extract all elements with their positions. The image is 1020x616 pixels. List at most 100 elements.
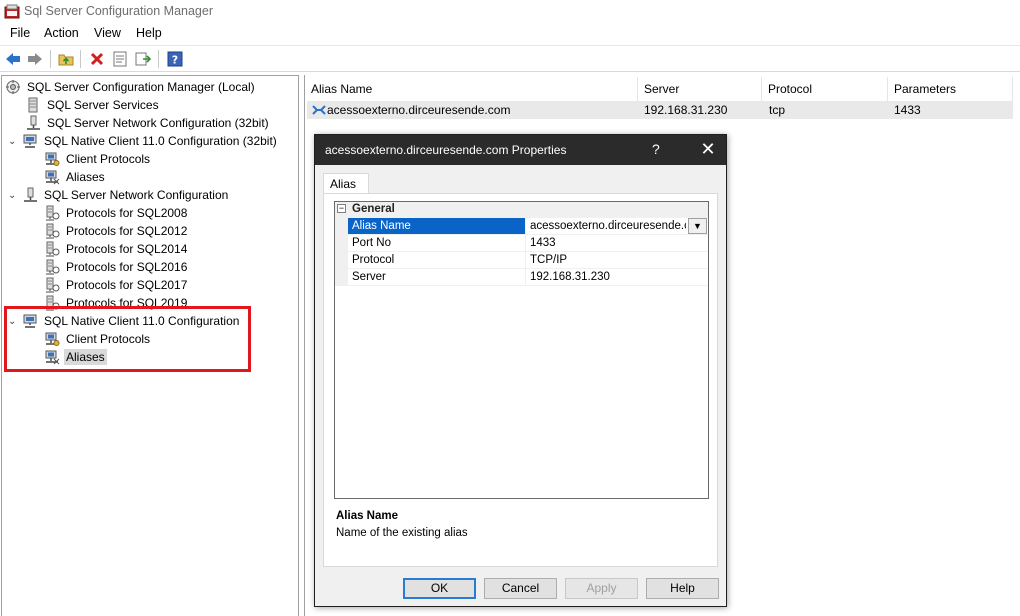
tree-node-label: SQL Native Client 11.0 Configuration (32… — [44, 134, 277, 148]
tree-node-client-protocols-32[interactable]: Client Protocols — [44, 150, 152, 168]
column-header-server[interactable]: Server — [638, 77, 762, 101]
property-row-protocol[interactable]: Protocol TCP/IP — [348, 252, 708, 269]
aliases-icon — [44, 169, 60, 185]
tree-node-protocols-sql2019[interactable]: Protocols for SQL2019 — [44, 294, 189, 312]
tree-node-label: Aliases — [66, 170, 105, 184]
help-button[interactable]: Help — [646, 578, 719, 599]
tree-node-aliases[interactable]: Aliases — [44, 348, 107, 366]
help-icon[interactable]: ? — [165, 49, 185, 69]
protocols-icon — [44, 277, 60, 293]
list-row[interactable]: acessoexterno.dirceuresende.com 192.168.… — [307, 101, 1013, 119]
dropdown-arrow-icon[interactable]: ▼ — [688, 218, 707, 234]
column-header-parameters[interactable]: Parameters — [888, 77, 1013, 101]
category-general[interactable]: − General — [335, 202, 708, 218]
properties-dialog: acessoexterno.dirceuresende.com Properti… — [314, 134, 727, 607]
tab-alias[interactable]: Alias — [323, 173, 369, 194]
collapse-icon[interactable]: − — [337, 204, 346, 213]
alias-icon — [311, 102, 327, 118]
property-row-server[interactable]: Server 192.168.31.230 — [348, 269, 708, 286]
server-services-icon — [25, 97, 41, 113]
tree-node-label: Protocols for SQL2014 — [66, 242, 188, 256]
protocols-icon — [44, 223, 60, 239]
tree-node-label: Aliases — [64, 349, 107, 365]
port-no-field[interactable]: 1433 — [530, 235, 708, 251]
property-row-port-no[interactable]: Port No 1433 — [348, 235, 708, 252]
dialog-title-bar: acessoexterno.dirceuresende.com Properti… — [315, 135, 726, 165]
tree-node-label: SQL Server Network Configuration (32bit) — [47, 116, 269, 130]
chevron-down-icon[interactable]: ⌄ — [8, 316, 18, 327]
help-question-icon[interactable]: ? — [652, 141, 660, 157]
forward-arrow-icon[interactable] — [25, 49, 45, 69]
tree-node-label: Protocols for SQL2016 — [66, 260, 188, 274]
tree-node-protocols-sql2017[interactable]: Protocols for SQL2017 — [44, 276, 189, 294]
tree-node-native-client-32[interactable]: ⌄ SQL Native Client 11.0 Configuration (… — [8, 132, 279, 150]
tree-node-label: Protocols for SQL2019 — [66, 296, 188, 310]
dialog-title: acessoexterno.dirceuresende.com Properti… — [325, 143, 567, 157]
apply-button[interactable]: Apply — [565, 578, 638, 599]
app-icon — [4, 4, 20, 19]
protocols-icon — [44, 241, 60, 257]
tree-node-root[interactable]: SQL Server Configuration Manager (Local) — [5, 78, 257, 96]
tree-node-label: Protocols for SQL2012 — [66, 224, 188, 238]
server-field[interactable]: 192.168.31.230 — [530, 269, 708, 285]
tree-node-services[interactable]: SQL Server Services — [25, 96, 161, 114]
alias-name-field[interactable]: acessoexterno.dirceuresende.com — [530, 218, 686, 234]
menu-action[interactable]: Action — [41, 26, 82, 40]
client-protocols-icon — [44, 151, 60, 167]
tree-node-protocols-sql2016[interactable]: Protocols for SQL2016 — [44, 258, 189, 276]
column-header-protocol[interactable]: Protocol — [762, 77, 888, 101]
back-arrow-icon[interactable] — [3, 49, 23, 69]
tree-node-label: Protocols for SQL2017 — [66, 278, 188, 292]
delete-icon[interactable] — [87, 49, 107, 69]
tree-node-network-config[interactable]: ⌄ SQL Server Network Configuration — [8, 186, 230, 204]
tree-node-label: Client Protocols — [66, 332, 151, 346]
menu-file[interactable]: File — [7, 26, 33, 40]
list-header: Alias Name Server Protocol Parameters — [305, 77, 1013, 101]
protocols-icon — [44, 295, 60, 311]
client-protocols-icon — [44, 331, 60, 347]
protocols-icon — [44, 205, 60, 221]
menu-view[interactable]: View — [91, 26, 124, 40]
tree-node-label: Protocols for SQL2008 — [66, 206, 188, 220]
category-label: General — [352, 203, 395, 215]
properties-icon[interactable] — [110, 49, 130, 69]
cell-alias-name: acessoexterno.dirceuresende.com — [327, 103, 511, 117]
chevron-down-icon[interactable]: ⌄ — [8, 190, 18, 201]
native-client-icon — [22, 313, 38, 329]
tree-node-protocols-sql2008[interactable]: Protocols for SQL2008 — [44, 204, 189, 222]
tree-node-native-client[interactable]: ⌄ SQL Native Client 11.0 Configuration — [8, 312, 241, 330]
tree-node-label: SQL Server Services — [47, 98, 159, 112]
protocol-field[interactable]: TCP/IP — [530, 252, 708, 268]
cell-protocol: tcp — [769, 103, 786, 117]
property-row-alias-name[interactable]: Alias Name acessoexterno.dirceuresende.c… — [348, 218, 708, 235]
tree-node-network-config-32[interactable]: SQL Server Network Configuration (32bit) — [25, 114, 271, 132]
tree-node-protocols-sql2012[interactable]: Protocols for SQL2012 — [44, 222, 189, 240]
cancel-button[interactable]: Cancel — [484, 578, 557, 599]
config-manager-icon — [5, 79, 21, 95]
network-config-icon — [22, 187, 38, 203]
tab-page: − General Alias Name acessoexterno.dirce… — [323, 193, 718, 567]
network-config-icon — [25, 115, 41, 131]
svg-text:?: ? — [172, 54, 178, 67]
property-name: Protocol — [348, 252, 526, 268]
export-list-icon[interactable] — [133, 49, 153, 69]
column-header-alias-name[interactable]: Alias Name — [305, 77, 638, 101]
menu-bar: File Action View Help — [0, 24, 1020, 44]
close-icon[interactable]: ✕ — [696, 139, 720, 160]
tree-node-aliases-32[interactable]: Aliases — [44, 168, 107, 186]
chevron-down-icon[interactable]: ⌄ — [8, 136, 18, 147]
tree-node-label: SQL Server Network Configuration — [44, 188, 229, 202]
aliases-icon — [44, 349, 60, 365]
tree-node-client-protocols[interactable]: Client Protocols — [44, 330, 152, 348]
ok-button[interactable]: OK — [403, 578, 476, 599]
cell-parameters: 1433 — [894, 103, 921, 117]
tree-node-label: Client Protocols — [66, 152, 151, 166]
up-folder-icon[interactable] — [56, 49, 76, 69]
menu-help[interactable]: Help — [133, 26, 165, 40]
window-title: Sql Server Configuration Manager — [24, 4, 213, 18]
native-client-icon — [22, 133, 38, 149]
tree-pane: SQL Server Configuration Manager (Local)… — [1, 75, 299, 616]
property-name: Alias Name — [348, 218, 526, 234]
tree-node-label: SQL Native Client 11.0 Configuration — [44, 314, 240, 328]
tree-node-protocols-sql2014[interactable]: Protocols for SQL2014 — [44, 240, 189, 258]
